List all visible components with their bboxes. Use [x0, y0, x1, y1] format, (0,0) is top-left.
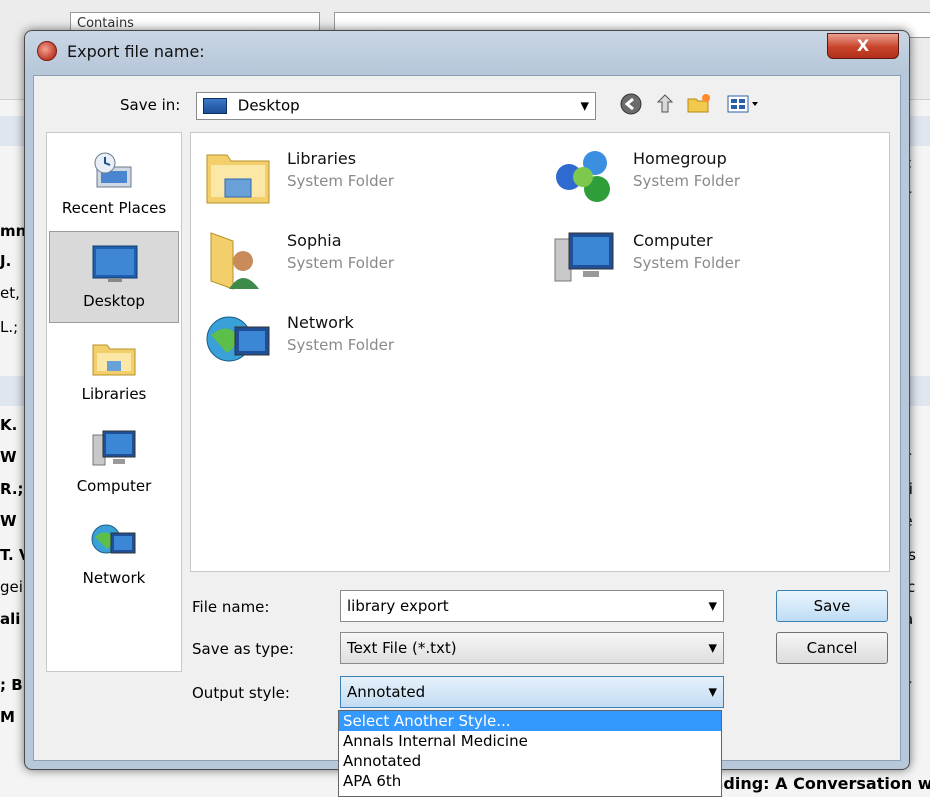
- save-as-type-value: Text File (*.txt): [347, 639, 457, 657]
- homegroup-icon: [556, 151, 610, 202]
- save-in-label: Save in:: [120, 96, 181, 114]
- save-in-value: Desktop: [237, 96, 300, 115]
- file-type: System Folder: [287, 254, 395, 272]
- dialog-body: Save in: Desktop ▼ Recent Places Desktop…: [33, 75, 901, 761]
- chevron-down-icon[interactable]: ▼: [709, 600, 717, 613]
- file-item-libraries[interactable]: Libraries System Folder: [195, 137, 525, 213]
- chevron-down-icon: ▼: [708, 641, 717, 655]
- save-button[interactable]: Save: [776, 590, 888, 622]
- user-folder-icon: [210, 232, 259, 290]
- file-name: Network: [287, 313, 354, 332]
- place-label: Network: [82, 569, 146, 587]
- place-libraries[interactable]: Libraries: [49, 325, 179, 417]
- view-menu-button[interactable]: [724, 92, 764, 120]
- dialog-title: Export file name:: [67, 42, 205, 61]
- file-item-computer[interactable]: Computer System Folder: [541, 219, 871, 295]
- file-name: Computer: [633, 231, 713, 250]
- file-type: System Folder: [287, 172, 395, 190]
- computer-icon: [554, 232, 614, 282]
- desktop-icon: [92, 245, 138, 282]
- save-in-combo[interactable]: Desktop ▼: [196, 92, 596, 120]
- place-network[interactable]: Network: [49, 509, 179, 601]
- file-list: Libraries System Folder Homegroup System…: [190, 132, 890, 572]
- network-icon: [91, 524, 136, 554]
- file-type: System Folder: [287, 336, 395, 354]
- up-folder-button[interactable]: [652, 92, 678, 120]
- output-style-value: Annotated: [347, 683, 426, 701]
- place-label: Desktop: [83, 292, 145, 310]
- dropdown-option[interactable]: Select Another Style...: [339, 711, 721, 731]
- save-as-type-select[interactable]: Text File (*.txt) ▼: [340, 632, 724, 664]
- place-desktop[interactable]: Desktop: [49, 231, 179, 323]
- place-label: Recent Places: [61, 199, 167, 217]
- save-as-type-label: Save as type:: [192, 640, 294, 658]
- back-button[interactable]: [618, 92, 644, 120]
- dropdown-option[interactable]: Annotated: [339, 751, 721, 771]
- libraries-folder-icon: [206, 154, 270, 204]
- file-item-network[interactable]: Network System Folder: [195, 301, 525, 377]
- up-folder-icon: [656, 94, 674, 113]
- cancel-button[interactable]: Cancel: [776, 632, 888, 664]
- file-name: Homegroup: [633, 149, 727, 168]
- dropdown-option[interactable]: Annals Internal Medicine: [339, 731, 721, 751]
- computer-icon: [92, 430, 136, 466]
- file-name-label: File name:: [192, 598, 270, 616]
- desktop-icon: [203, 97, 227, 114]
- network-icon: [206, 316, 270, 362]
- file-name: Sophia: [287, 231, 342, 250]
- app-icon: [37, 41, 57, 61]
- chevron-down-icon: ▼: [708, 685, 717, 699]
- output-style-label: Output style:: [192, 684, 290, 702]
- recent-places-icon: [94, 152, 132, 188]
- libraries-icon: [92, 344, 136, 376]
- view-menu-icon: [727, 95, 758, 113]
- export-dialog: Export file name: X Save in: Desktop ▼ R…: [24, 30, 910, 770]
- close-icon: X: [856, 36, 870, 55]
- place-recent-places[interactable]: Recent Places: [49, 139, 179, 231]
- new-folder-button[interactable]: [686, 92, 712, 120]
- output-style-select[interactable]: Annotated ▼: [340, 676, 724, 708]
- place-computer[interactable]: Computer: [49, 417, 179, 509]
- dropdown-option[interactable]: APA 6th: [339, 771, 721, 791]
- file-item-sophia[interactable]: Sophia System Folder: [195, 219, 525, 295]
- new-folder-icon: [687, 94, 710, 113]
- file-name-input[interactable]: library export ▼: [340, 590, 724, 622]
- file-item-homegroup[interactable]: Homegroup System Folder: [541, 137, 871, 213]
- file-name-value: library export: [347, 597, 449, 615]
- place-label: Computer: [76, 477, 152, 495]
- chevron-down-icon: ▼: [580, 99, 589, 113]
- file-type: System Folder: [633, 172, 741, 190]
- dialog-titlebar[interactable]: Export file name: X: [25, 31, 909, 73]
- place-label: Libraries: [81, 385, 147, 403]
- places-bar: Recent Places Desktop Libraries Computer…: [46, 132, 182, 672]
- close-button[interactable]: X: [827, 33, 899, 59]
- back-arrow-icon: [620, 93, 642, 115]
- output-style-dropdown: Select Another Style... Annals Internal …: [338, 710, 722, 797]
- background-text: nding: A Conversation w: [712, 774, 930, 793]
- file-name: Libraries: [287, 149, 357, 168]
- file-type: System Folder: [633, 254, 741, 272]
- background-combo-label: Contains: [77, 16, 134, 31]
